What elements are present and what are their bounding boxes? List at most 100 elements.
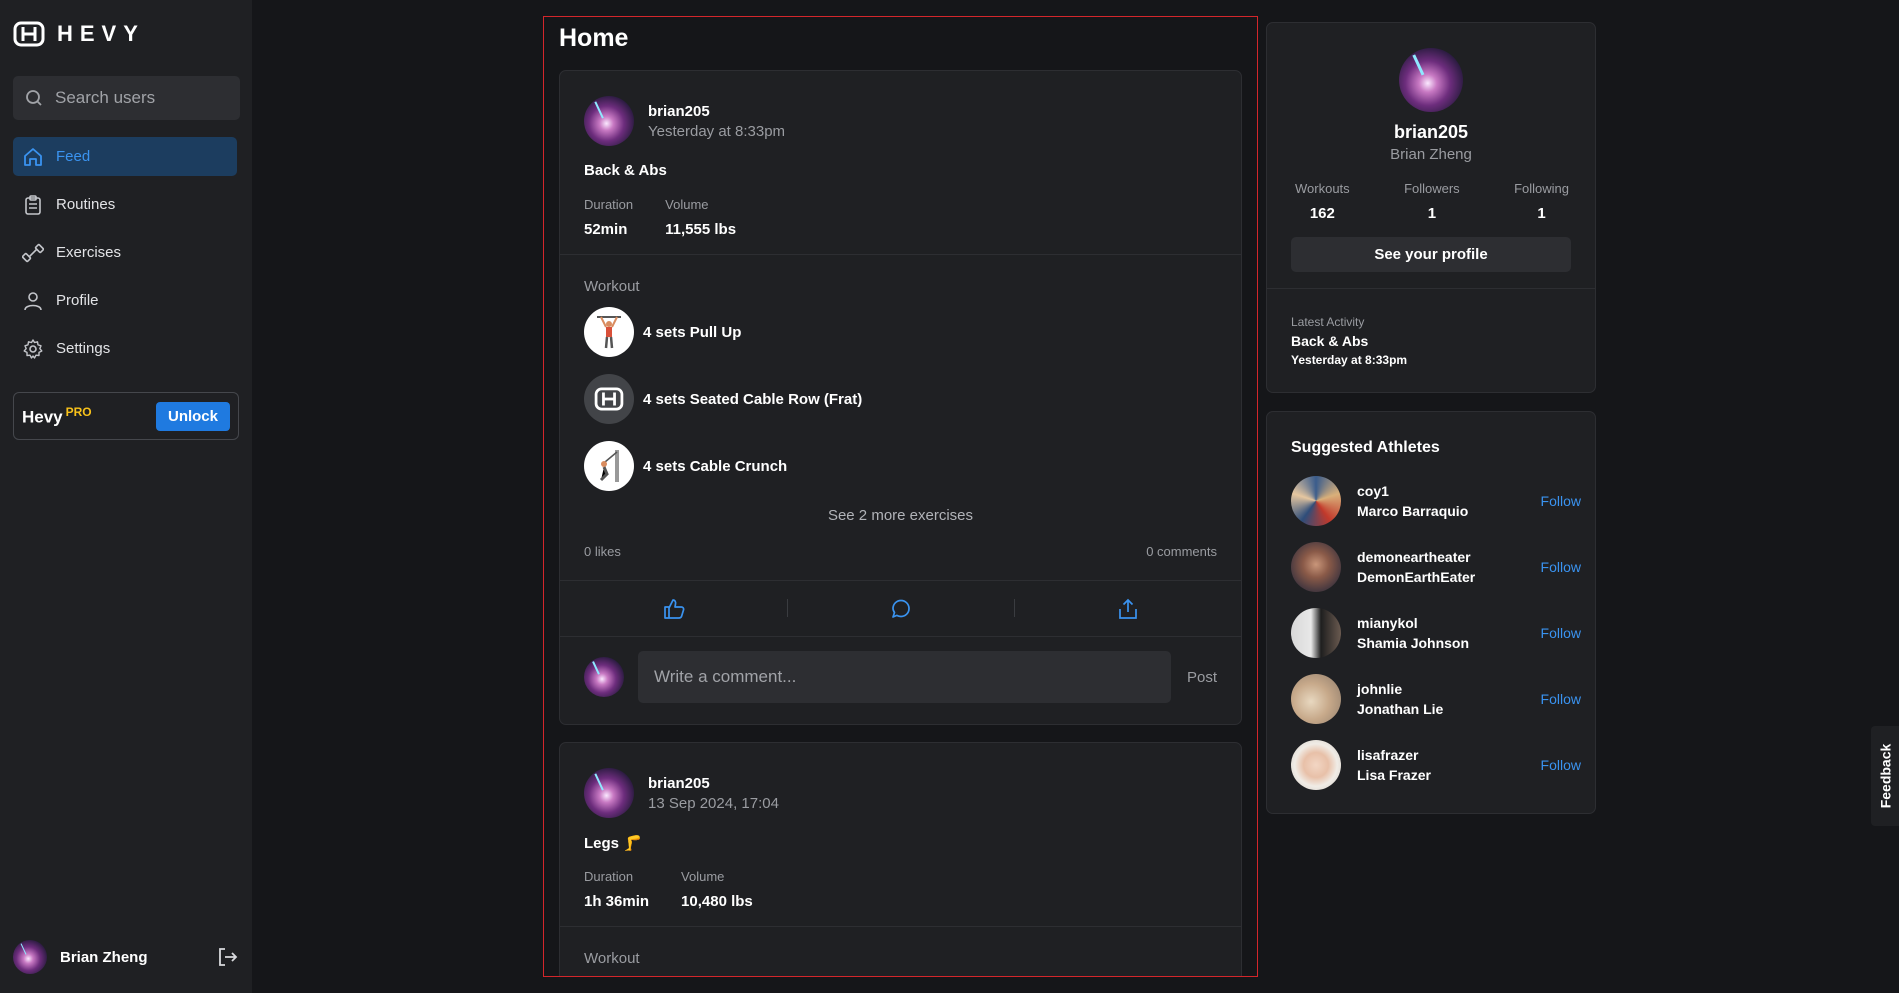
thumbs-up-icon [663, 598, 684, 619]
feedback-label: Feedback [1877, 743, 1893, 809]
sidebar-item-settings[interactable]: Settings [13, 329, 237, 368]
exercise-item[interactable]: 4 sets Cable Crunch [584, 441, 787, 491]
pull-up-figure-icon [597, 316, 621, 349]
volume-value: 11,555 lbs [665, 221, 737, 238]
see-profile-button[interactable]: See your profile [1291, 237, 1571, 272]
athlete-username[interactable]: demoneartheater [1357, 549, 1525, 565]
stat-label: Followers [1404, 181, 1460, 196]
comment-button[interactable] [787, 581, 1014, 636]
athlete-name: Shamia Johnson [1357, 635, 1470, 651]
dumbbell-icon [22, 243, 44, 262]
workout-label: Workout [584, 278, 640, 295]
avatar [13, 940, 47, 974]
comment-input[interactable] [638, 651, 1171, 703]
logo-text: HEVY [57, 21, 145, 46]
athlete-name: DemonEarthEater [1357, 569, 1476, 585]
avatar[interactable] [1399, 48, 1463, 112]
sidebar-item-feed[interactable]: Feed [13, 137, 237, 176]
like-button[interactable] [560, 581, 787, 636]
divider [560, 636, 1241, 637]
post-title[interactable]: Back & Abs [584, 162, 667, 179]
hevy-logo-icon [594, 387, 624, 411]
workout-label: Workout [584, 950, 640, 967]
cable-crunch-thumbnail [584, 441, 634, 491]
post-comment-button[interactable]: Post [1187, 669, 1217, 686]
follow-button[interactable]: Follow [1541, 691, 1581, 707]
sidebar-item-label: Profile [56, 292, 99, 309]
comment-icon [891, 599, 910, 618]
sidebar-item-label: Exercises [56, 244, 122, 261]
comments-count[interactable]: 0 comments [1146, 544, 1217, 559]
volume-label: Volume [681, 869, 725, 884]
duration-label: Duration [584, 197, 634, 212]
avatar[interactable] [1291, 608, 1341, 658]
clipboard-icon [25, 194, 41, 215]
unlock-button[interactable]: Unlock [155, 401, 230, 431]
athlete-username[interactable]: coy1 [1357, 483, 1525, 499]
workout-post[interactable]: brian205 13 Sep 2024, 17:04 Legs 🦵 Durat… [559, 742, 1242, 976]
athlete-username[interactable]: lisafrazer [1357, 747, 1525, 763]
cable-crunch-figure-icon [599, 450, 619, 482]
athlete-row: coy1 Marco Barraquio Follow [1291, 476, 1581, 526]
athlete-username[interactable]: mianykol [1357, 615, 1525, 631]
avatar[interactable] [1291, 674, 1341, 724]
sidebar-item-profile[interactable]: Profile [13, 281, 237, 320]
follow-button[interactable]: Follow [1541, 625, 1581, 641]
pro-brand-text: Hevy [22, 407, 63, 427]
search-box[interactable] [13, 76, 240, 120]
sidebar-item-routines[interactable]: Routines [13, 185, 237, 224]
stat-value: 1 [1427, 205, 1437, 222]
stat-following[interactable]: Following 1 [1514, 181, 1569, 222]
exercise-placeholder-thumbnail [584, 374, 634, 424]
exercise-name: 4 sets Seated Cable Row (Frat) [643, 390, 863, 408]
post-username[interactable]: brian205 [648, 103, 785, 120]
divider [560, 254, 1241, 255]
post-time: Yesterday at 8:33pm [648, 122, 786, 140]
avatar[interactable] [1291, 542, 1341, 592]
see-more-exercises-link[interactable]: See 2 more exercises [560, 507, 1241, 524]
athlete-row: lisafrazer Lisa Frazer Follow [1291, 740, 1581, 790]
sidebar-item-exercises[interactable]: Exercises [13, 233, 237, 272]
duration-value: 1h 36min [584, 893, 650, 910]
logout-icon[interactable] [215, 945, 239, 969]
duration-label: Duration [584, 869, 634, 884]
post-actions [560, 581, 1241, 636]
volume-value: 10,480 lbs [681, 893, 753, 910]
likes-count[interactable]: 0 likes [584, 544, 621, 559]
hevy-logo[interactable]: HEVY [13, 21, 145, 47]
follow-button[interactable]: Follow [1541, 493, 1581, 509]
avatar[interactable] [584, 96, 634, 146]
pull-up-thumbnail [584, 307, 634, 357]
athlete-row: johnlie Jonathan Lie Follow [1291, 674, 1581, 724]
current-user[interactable]: Brian Zheng [13, 940, 239, 974]
avatar[interactable] [584, 768, 634, 818]
stat-label: Workouts [1295, 181, 1350, 196]
stat-value: 162 [1309, 205, 1335, 222]
post-username[interactable]: brian205 [648, 775, 779, 792]
avatar [584, 657, 624, 697]
sidebar-item-label: Feed [56, 148, 91, 165]
hevy-logo-icon [13, 21, 45, 47]
profile-full-name: Brian Zheng [1390, 146, 1472, 163]
athlete-row: mianykol Shamia Johnson Follow [1291, 608, 1581, 658]
exercise-name: 4 sets Cable Crunch [643, 457, 788, 475]
athlete-name: Marco Barraquio [1357, 503, 1469, 519]
athlete-username[interactable]: johnlie [1357, 681, 1525, 697]
feedback-tab[interactable]: Feedback [1871, 726, 1899, 826]
exercise-item[interactable]: 4 sets Seated Cable Row (Frat) [584, 374, 862, 424]
follow-button[interactable]: Follow [1541, 559, 1581, 575]
post-header: brian205 13 Sep 2024, 17:04 [584, 768, 779, 818]
latest-activity-title[interactable]: Back & Abs [1291, 333, 1368, 349]
share-button[interactable] [1014, 581, 1241, 636]
avatar[interactable] [1291, 476, 1341, 526]
athlete-name: Jonathan Lie [1357, 701, 1444, 717]
avatar[interactable] [1291, 740, 1341, 790]
sidebar-item-label: Settings [56, 340, 111, 357]
follow-button[interactable]: Follow [1541, 757, 1581, 773]
stat-followers[interactable]: Followers 1 [1404, 181, 1460, 222]
workout-post[interactable]: brian205 Yesterday at 8:33pm Back & Abs … [559, 70, 1242, 725]
post-title[interactable]: Legs 🦵 [584, 834, 642, 852]
exercise-item[interactable]: 4 sets Pull Up [584, 307, 741, 357]
profile-username[interactable]: brian205 [1267, 122, 1595, 143]
search-input[interactable] [55, 88, 225, 108]
